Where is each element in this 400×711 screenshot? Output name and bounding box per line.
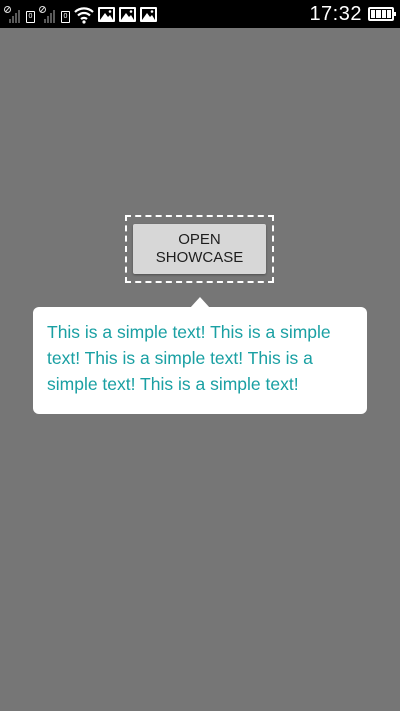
- open-showcase-button[interactable]: OPEN SHOWCASE: [133, 224, 266, 274]
- signal-2-icon: [39, 6, 57, 24]
- tooltip-text: This is a simple text! This is a simple …: [47, 322, 331, 394]
- sim-2-icon: 0: [61, 11, 70, 23]
- image-icon: [98, 7, 115, 22]
- sim-1-icon: 0: [26, 11, 35, 23]
- status-icons-left: 0 0: [4, 4, 157, 24]
- wifi-icon: [74, 7, 94, 24]
- image-icon: [119, 7, 136, 22]
- showcase-tooltip: This is a simple text! This is a simple …: [33, 307, 367, 414]
- battery-icon: [368, 7, 396, 21]
- image-icon: [140, 7, 157, 22]
- status-bar: 0 0 17:32: [0, 0, 400, 28]
- status-icons-right: 17:32: [309, 2, 396, 26]
- clock: 17:32: [309, 2, 362, 25]
- signal-1-icon: [4, 6, 22, 24]
